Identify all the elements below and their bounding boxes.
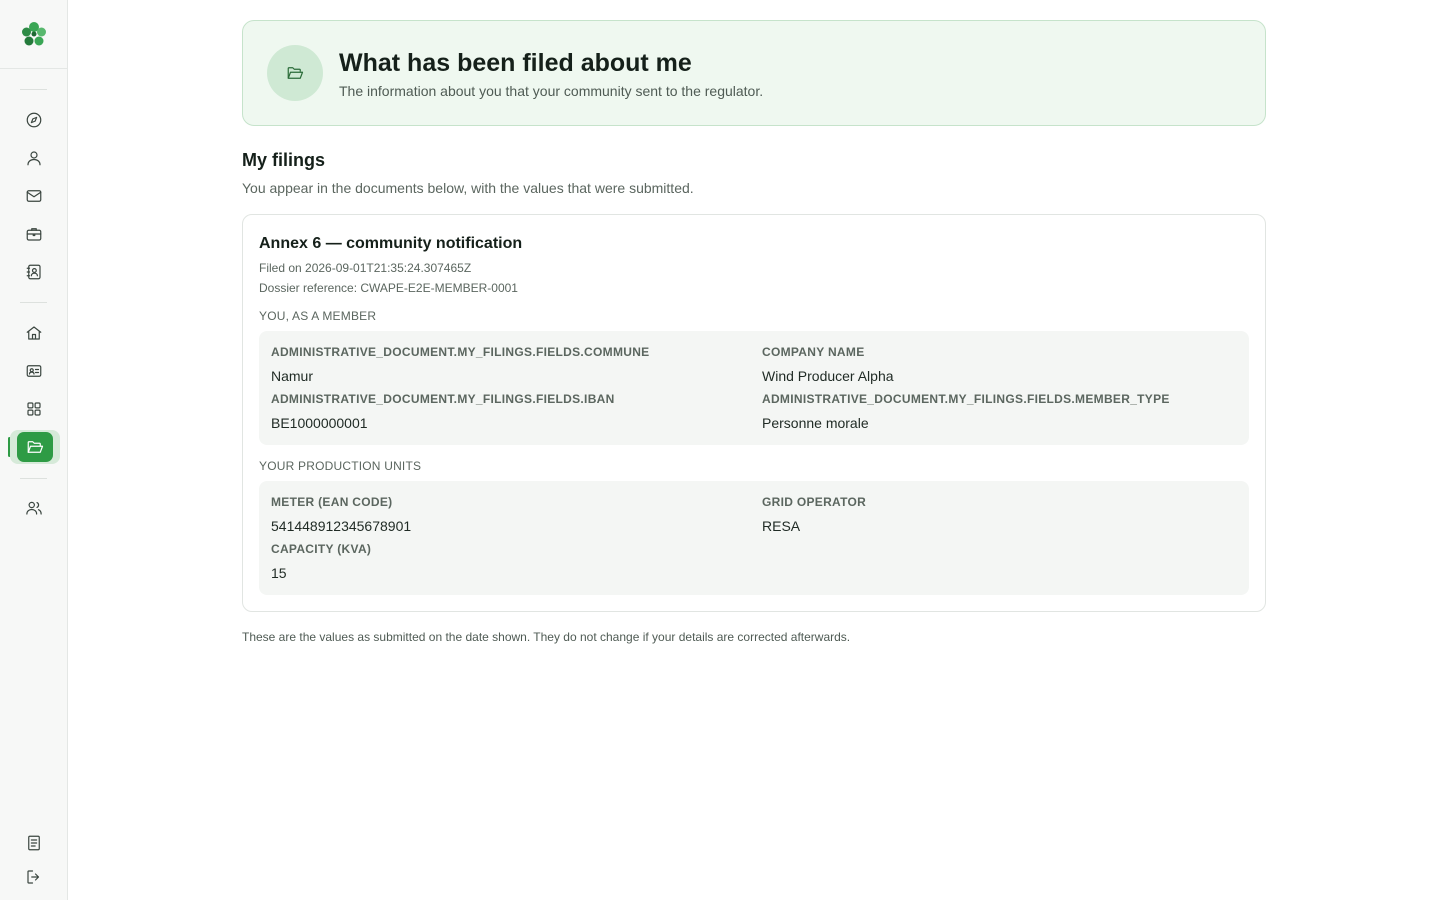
logout-icon <box>27 870 40 884</box>
field-label-company-name: COMPANY NAME <box>762 345 865 359</box>
sidebar-item-messages[interactable] <box>14 180 54 212</box>
member-group-label: YOU, AS A MEMBER <box>259 309 377 323</box>
sidebar-item-discover[interactable] <box>14 104 54 136</box>
sidebar-item-community[interactable] <box>14 492 54 524</box>
section-subtitle: You appear in the documents below, with … <box>242 180 694 196</box>
field-label-grid-operator: GRID OPERATOR <box>762 495 867 509</box>
field-value-company-name: Wind Producer Alpha <box>762 368 894 384</box>
sidebar-divider <box>20 89 47 90</box>
field-label-meter: METER (EAN CODE) <box>271 495 393 509</box>
sidebar-item-business[interactable] <box>14 218 54 250</box>
member-fields-panel: ADMINISTRATIVE_DOCUMENT.MY_FILINGS.FIELD… <box>259 331 1249 445</box>
mail-icon <box>26 190 42 202</box>
hero-icon-badge <box>267 45 323 101</box>
sidebar-divider <box>0 68 67 69</box>
sidebar-item-contacts[interactable] <box>14 256 54 288</box>
field-label-member-type: ADMINISTRATIVE_DOCUMENT.MY_FILINGS.FIELD… <box>762 392 1170 406</box>
home-icon <box>26 326 42 340</box>
compass-icon <box>26 112 42 128</box>
page-header-card: What has been filed about me The informa… <box>242 20 1266 126</box>
dossier-reference: Dossier reference: CWAPE-E2E-MEMBER-0001 <box>259 281 518 295</box>
filing-title: Annex 6 — community notification <box>259 235 523 252</box>
field-value-iban: BE1000000001 <box>271 415 368 431</box>
filing-card: Annex 6 — community notification Filed o… <box>242 214 1266 612</box>
sidebar-item-docs[interactable] <box>14 827 54 859</box>
sidebar <box>0 0 68 900</box>
field-value-commune: Namur <box>271 368 314 384</box>
field-value-capacity: 15 <box>271 565 287 581</box>
sidebar-item-logout[interactable] <box>14 861 54 893</box>
contact-book-icon <box>26 264 41 280</box>
page-subtitle: The information about you that your comm… <box>339 83 764 99</box>
units-fields-panel: METER (EAN CODE) 541448912345678901 GRID… <box>259 481 1249 595</box>
grid-icon <box>27 402 41 416</box>
sidebar-item-home[interactable] <box>14 317 54 349</box>
sidebar-divider <box>20 478 47 479</box>
sidebar-item-id-card[interactable] <box>14 355 54 387</box>
section-title: My filings <box>242 150 326 170</box>
field-label-iban: ADMINISTRATIVE_DOCUMENT.MY_FILINGS.FIELD… <box>271 392 615 406</box>
filing-date: Filed on 2026-09-01T21:35:24.307465Z <box>259 261 472 275</box>
sidebar-item-filings[interactable] <box>10 430 60 464</box>
sidebar-item-apps[interactable] <box>14 393 54 425</box>
document-icon <box>28 835 40 851</box>
field-value-grid-operator: RESA <box>762 518 801 534</box>
sidebar-item-filings-highlight <box>17 432 53 462</box>
id-card-icon <box>26 365 42 377</box>
user-icon <box>27 151 41 166</box>
page-title: What has been filed about me <box>339 49 692 77</box>
field-label-commune: ADMINISTRATIVE_DOCUMENT.MY_FILINGS.FIELD… <box>271 345 650 359</box>
folder-open-icon <box>287 67 304 79</box>
clover-logo-icon[interactable] <box>19 19 49 49</box>
users-icon <box>26 501 42 515</box>
field-value-meter: 541448912345678901 <box>271 518 412 534</box>
sidebar-item-profile[interactable] <box>14 142 54 174</box>
footnote: These are the values as submitted on the… <box>242 630 851 644</box>
folder-open-icon <box>27 441 44 453</box>
briefcase-icon <box>26 228 42 241</box>
field-value-member-type: Personne morale <box>762 415 869 431</box>
field-label-capacity: CAPACITY (KVA) <box>271 542 372 556</box>
units-group-label: YOUR PRODUCTION UNITS <box>259 459 422 473</box>
sidebar-divider <box>20 302 47 303</box>
